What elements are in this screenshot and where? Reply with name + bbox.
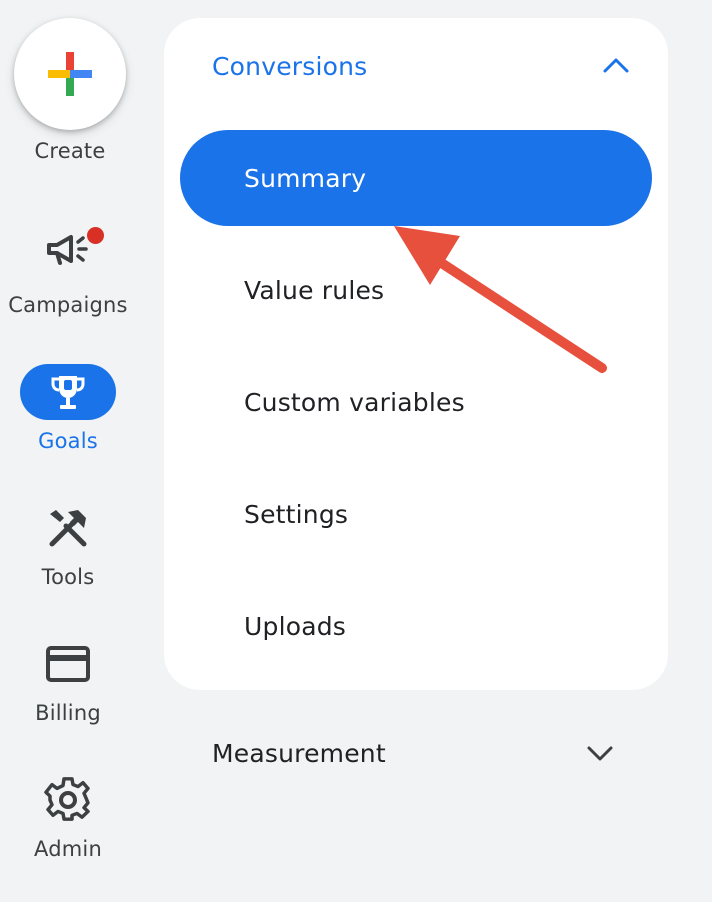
create-button[interactable]	[14, 18, 126, 130]
campaigns-label: Campaigns	[8, 293, 128, 317]
chevron-up-icon[interactable]	[600, 50, 632, 82]
create-label: Create	[34, 139, 106, 163]
admin-label: Admin	[34, 837, 102, 861]
google-plus-icon	[48, 52, 92, 96]
menu-item-value-rules[interactable]: Value rules	[180, 242, 652, 338]
menu-item-settings[interactable]: Settings	[180, 466, 652, 562]
conversions-section-header[interactable]: Conversions	[212, 46, 632, 86]
menu-item-uploads[interactable]: Uploads	[180, 578, 652, 674]
menu-item-label: Summary	[244, 163, 367, 193]
app-root: Create Campaigns Goals Tools Billing Adm…	[0, 0, 712, 902]
measurement-title: Measurement	[212, 738, 386, 768]
notification-dot	[87, 227, 104, 244]
trophy-icon	[51, 376, 85, 409]
conversions-panel: Conversions Summary Value rules Custom v…	[164, 18, 668, 690]
menu-item-custom-variables[interactable]: Custom variables	[180, 354, 652, 450]
goals-label: Goals	[38, 429, 98, 453]
gear-icon	[44, 777, 90, 821]
billing-label: Billing	[35, 701, 101, 725]
menu-item-label: Uploads	[244, 611, 347, 641]
conversions-title: Conversions	[212, 51, 368, 81]
menu-item-label: Custom variables	[244, 387, 465, 417]
tools-label: Tools	[41, 565, 95, 589]
credit-card-icon	[46, 646, 90, 682]
menu-item-label: Settings	[244, 499, 349, 529]
menu-item-label: Value rules	[244, 275, 385, 305]
tools-icon	[49, 510, 87, 547]
chevron-down-icon[interactable]	[584, 737, 616, 769]
menu-item-summary[interactable]: Summary	[180, 130, 652, 226]
measurement-section-header[interactable]: Measurement	[212, 733, 616, 773]
goals-active-indicator[interactable]	[20, 364, 116, 420]
